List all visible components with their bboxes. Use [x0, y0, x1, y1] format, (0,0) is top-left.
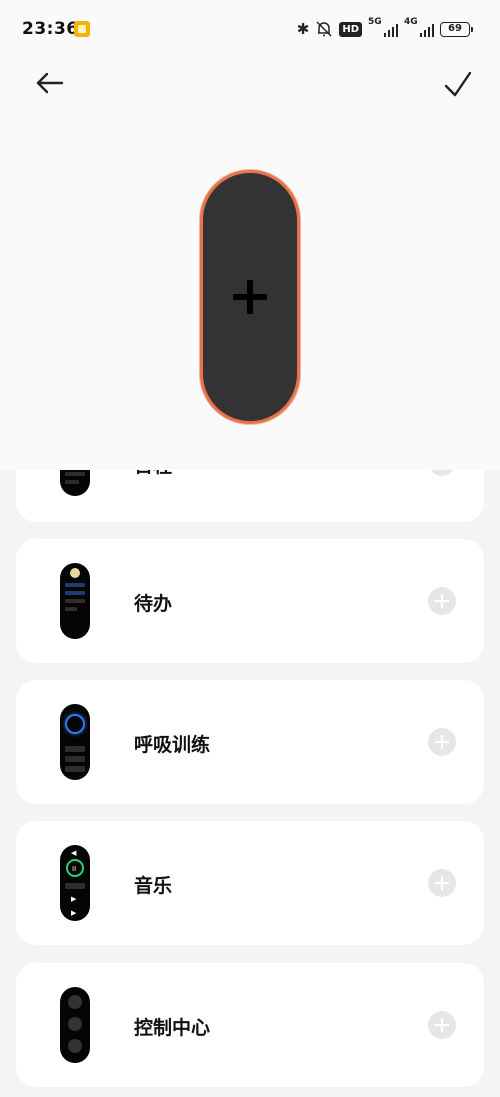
status-icons: ✱ HD 5G 4G 69	[296, 17, 473, 40]
card-add-button[interactable]	[428, 869, 456, 897]
card-add-button[interactable]	[428, 587, 456, 615]
bluetooth-icon: ✱	[296, 20, 310, 38]
signal-5g-icon: 5G	[368, 17, 398, 39]
hd-badge: HD	[339, 21, 362, 37]
back-button[interactable]	[32, 68, 72, 98]
confirm-button[interactable]	[434, 68, 474, 100]
card-music[interactable]: ◀ II ▶ ▶ 音乐	[16, 821, 484, 945]
band-preview	[200, 170, 300, 424]
breathing-band-icon	[60, 704, 90, 780]
status-time: 23:36	[22, 19, 79, 39]
music-band-icon: ◀ II ▶ ▶	[60, 845, 90, 921]
card-label: 待办	[134, 593, 173, 615]
card-add-button[interactable]	[428, 728, 456, 756]
battery-icon: 69	[440, 21, 473, 37]
notification-icon	[74, 21, 90, 37]
card-control-center[interactable]: 控制中心	[16, 963, 484, 1087]
signal-4g-icon: 4G	[404, 17, 434, 39]
check-icon	[444, 71, 472, 97]
card-add-button[interactable]	[428, 1011, 456, 1039]
card-label: 控制中心	[134, 1017, 211, 1039]
card-breathing[interactable]: 呼吸训练	[16, 680, 484, 804]
status-bar: 23:36 ✱ HD 5G 4G 69	[0, 0, 500, 60]
control-center-band-icon	[60, 987, 90, 1063]
plus-icon[interactable]	[230, 277, 270, 317]
card-label: 音乐	[134, 875, 173, 897]
card-todo[interactable]: 待办	[16, 539, 484, 663]
arrow-left-icon	[36, 72, 64, 94]
card-label: 呼吸训练	[134, 734, 211, 756]
todo-band-icon	[60, 563, 90, 639]
mute-bell-icon	[316, 21, 332, 37]
preview-header	[0, 60, 500, 470]
